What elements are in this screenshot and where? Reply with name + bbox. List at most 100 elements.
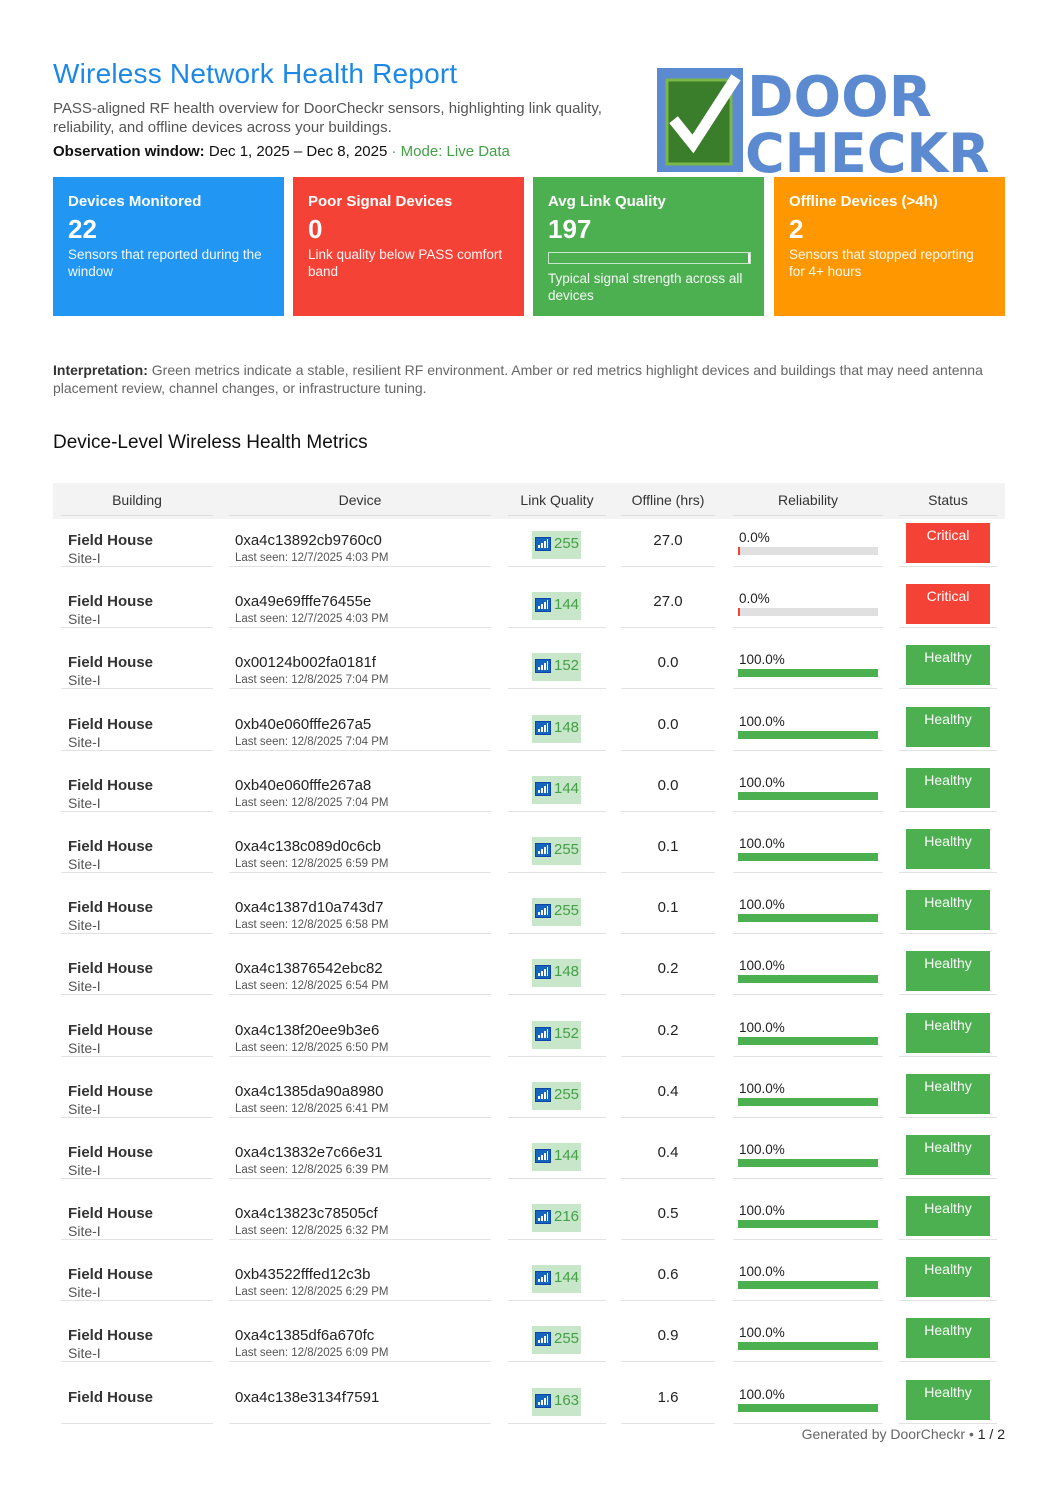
- card-offline-devices: Offline Devices (>4h) 2 Sensors that sto…: [774, 177, 1005, 316]
- signal-icon: [535, 659, 551, 674]
- interpretation-note: Interpretation: Green metrics indicate a…: [53, 361, 1005, 397]
- reliability-bar: [738, 852, 878, 861]
- status-badge: Healthy: [906, 1379, 990, 1420]
- status-badge: Healthy: [906, 1196, 990, 1237]
- reliability-fill: [738, 1158, 878, 1167]
- cell-reliability: 0.0%: [739, 530, 770, 545]
- cell-last-seen: Last seen: 12/8/2025 7:04 PM: [235, 796, 389, 809]
- mode-label: Mode: Live Data: [400, 143, 510, 160]
- logo-text-door: DOOR: [747, 65, 932, 130]
- cell-offline-hours: 0.9: [657, 1327, 679, 1345]
- cell-reliability: 100.0%: [739, 1019, 785, 1035]
- link-quality-value: 255: [554, 1330, 580, 1348]
- signal-icon: [535, 537, 551, 551]
- cell-reliability: 100.0%: [739, 897, 785, 913]
- card-value: 2: [789, 214, 804, 244]
- card-desc: Typical signal strength across all devic…: [548, 271, 743, 303]
- cell-offline-hours: 0.1: [657, 837, 679, 855]
- signal-icon: [535, 1393, 551, 1408]
- cell-offline-hours: 0.2: [657, 960, 679, 978]
- table-row: Field House Site-I 0x00124b002fa0181f Last …: [53, 641, 1005, 702]
- link-quality-value: 255: [554, 535, 580, 552]
- cell-link-quality: 255: [532, 1326, 581, 1355]
- signal-icon: [535, 1210, 551, 1225]
- cell-device: 0xa4c138f20ee9b3e6: [235, 1021, 380, 1039]
- status-badge: Healthy: [906, 706, 990, 747]
- cell-building: Field House: [68, 593, 154, 611]
- cell-reliability: 100.0%: [739, 652, 785, 668]
- cell-site: Site-I: [68, 1284, 101, 1301]
- table-row: Field House Site-I 0xb40e060fffe267a8 Last …: [53, 764, 1005, 825]
- status-badge: Healthy: [906, 1073, 990, 1114]
- cell-device: 0x00124b002fa0181f: [235, 654, 376, 672]
- avg-link-quality-bar-end: [748, 253, 750, 263]
- table-row: Field House Site-I 0xa4c13876542ebc82 Last …: [53, 947, 1005, 1008]
- header-status: Status: [928, 492, 968, 508]
- avg-link-quality-fill: [549, 253, 748, 263]
- cell-reliability: 100.0%: [739, 774, 785, 790]
- cell-offline-hours: 27.0: [653, 532, 683, 549]
- card-avg-link-quality: Avg Link Quality 197 Typical signal stre…: [533, 177, 764, 316]
- cell-building: Field House: [68, 899, 154, 917]
- cell-last-seen: Last seen: 12/8/2025 7:04 PM: [235, 735, 389, 748]
- cell-offline-hours: 0.0: [657, 654, 679, 672]
- cell-building: Field House: [68, 654, 154, 672]
- status-badge: Healthy: [906, 645, 990, 686]
- link-quality-value: 144: [554, 1146, 580, 1164]
- cell-building: Field House: [68, 1388, 154, 1406]
- interpretation-label: Interpretation:: [53, 362, 148, 378]
- report-page: Wireless Network Health Report PASS-alig…: [53, 52, 1005, 1442]
- reliability-bar: [738, 547, 878, 555]
- reliability-fill: [738, 669, 878, 678]
- cell-site: Site-I: [68, 855, 101, 872]
- signal-icon: [535, 1087, 551, 1102]
- observation-sep: ·: [387, 143, 401, 160]
- link-quality-value: 144: [554, 596, 580, 614]
- cell-building: Field House: [68, 960, 154, 978]
- cell-offline-hours: 0.2: [657, 1021, 679, 1039]
- table-header: Building Device Link Quality Offline (hr…: [53, 483, 1005, 519]
- device-metrics-table: Building Device Link Quality Offline (hr…: [53, 483, 1005, 1437]
- cell-site: Site-I: [68, 1345, 101, 1362]
- cell-link-quality: 163: [532, 1387, 581, 1416]
- link-quality-value: 163: [554, 1391, 580, 1409]
- footer-generated: Generated by DoorCheckr: [801, 1426, 966, 1442]
- cell-site: Site-I: [68, 794, 101, 811]
- cell-site: Site-I: [68, 611, 101, 628]
- reliability-fill: [738, 547, 740, 555]
- cell-building: Field House: [68, 837, 154, 855]
- reliability-fill: [738, 608, 740, 617]
- cell-last-seen: Last seen: 12/8/2025 6:09 PM: [235, 1347, 389, 1360]
- cell-link-quality: 255: [532, 836, 581, 865]
- cell-site: Site-I: [68, 672, 101, 689]
- table-row: Field House Site-I 0xa4c138f20ee9b3e6 Last …: [53, 1009, 1005, 1070]
- reliability-fill: [738, 1097, 878, 1106]
- link-quality-value: 144: [554, 779, 580, 797]
- card-value: 0: [308, 214, 323, 244]
- cell-device: 0xb40e060fffe267a5: [235, 715, 372, 733]
- reliability-bar: [738, 1097, 878, 1106]
- reliability-bar: [738, 730, 878, 739]
- link-quality-value: 152: [554, 657, 580, 675]
- cell-link-quality: 148: [532, 714, 581, 743]
- link-quality-value: 148: [554, 718, 580, 736]
- cell-reliability: 100.0%: [739, 1080, 785, 1096]
- header-link-quality: Link Quality: [520, 492, 594, 508]
- cell-link-quality: 255: [532, 531, 581, 559]
- reliability-fill: [738, 791, 878, 800]
- header-offline: Offline (hrs): [631, 492, 705, 508]
- cell-reliability: 100.0%: [739, 1325, 785, 1341]
- table-row: Field House Site-I 0xa4c13823c78505cf Last …: [53, 1192, 1005, 1253]
- cell-building: Field House: [68, 715, 154, 733]
- cell-site: Site-I: [68, 1161, 101, 1178]
- status-badge: Healthy: [906, 1134, 990, 1175]
- cell-last-seen: Last seen: 12/8/2025 6:59 PM: [235, 857, 389, 870]
- table-row: Field House Site-I 0xa49e69fffe76455e Last …: [53, 580, 1005, 641]
- reliability-fill: [738, 1403, 878, 1412]
- link-quality-value: 255: [554, 840, 580, 858]
- cell-device: 0xa4c13876542ebc82: [235, 960, 383, 978]
- signal-icon: [535, 965, 551, 980]
- cell-reliability: 100.0%: [739, 1141, 785, 1157]
- cell-offline-hours: 0.5: [657, 1205, 679, 1223]
- cell-link-quality: 144: [532, 1142, 581, 1171]
